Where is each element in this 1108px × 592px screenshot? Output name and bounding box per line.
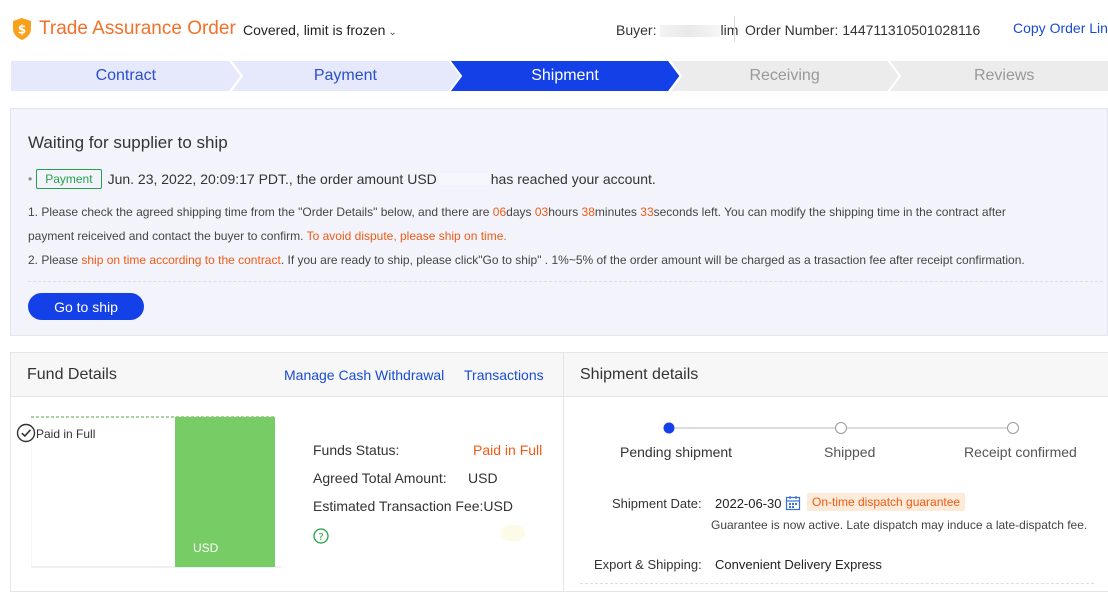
note-text: minutes (594, 205, 641, 219)
status-panel: Waiting for supplier to ship • Payment J… (10, 108, 1108, 336)
funds-status-value: Paid in Full (473, 442, 543, 458)
fund-details-title: Fund Details (27, 366, 117, 383)
manage-cash-withdrawal-link[interactable]: Manage Cash Withdrawal (284, 367, 444, 383)
ship-on-time-highlight: ship on time according to the contract (81, 253, 281, 267)
note-text: seconds left. You can modify the shippin… (653, 205, 1006, 219)
step-receiving: Receiving (668, 60, 901, 92)
copy-order-link[interactable]: Copy Order Lin (1013, 20, 1108, 36)
on-time-guarantee-badge: On-time dispatch guarantee (807, 493, 966, 511)
note-text: hours (548, 205, 582, 219)
dispute-warning: To avoid dispute, please ship on time. (306, 229, 507, 243)
bar-currency-label: USD (193, 541, 219, 555)
countdown-hours: 03 (534, 205, 549, 219)
payment-text-end: has reached your account. (490, 171, 656, 187)
step-label: Shipment (531, 67, 599, 84)
calendar-icon[interactable] (785, 495, 801, 511)
agreed-total-value: USD (468, 470, 498, 486)
progress-dot (1007, 422, 1019, 434)
progress-dot (835, 422, 847, 434)
transaction-fee-label: Estimated Transaction Fee:USD (313, 498, 513, 514)
shipment-date-value: 2022-06-30 (715, 496, 782, 511)
help-icon[interactable]: ? (313, 528, 329, 544)
note-text: . If you are ready to ship, please click… (280, 253, 1025, 267)
note-text: 1. Please check the agreed shipping time… (28, 205, 493, 219)
fee-value-masked (501, 525, 525, 541)
paid-bar (175, 417, 275, 567)
step-contract: Contract (10, 60, 242, 92)
go-to-ship-button[interactable]: Go to ship (28, 293, 144, 320)
dashed-divider (28, 281, 1103, 282)
fund-details-header: Fund Details Manage Cash Withdrawal Tran… (11, 353, 563, 397)
step-label: Receiving (749, 67, 820, 84)
order-header: $ Trade Assurance Order Covered, limit i… (0, 0, 1108, 58)
agreed-total-label: Agreed Total Amount: (313, 470, 447, 486)
transactions-link[interactable]: Transactions (464, 367, 544, 383)
buyer-label: Buyer: (616, 22, 657, 38)
shipment-details-card: Shipment details Pending shipment Shippe… (563, 352, 1108, 592)
progress-label-shipped: Shipped (824, 444, 876, 460)
shield-dollar-icon: $ (13, 18, 31, 40)
chevron-down-icon: ⌄ (388, 27, 397, 38)
svg-text:$: $ (18, 23, 26, 37)
coverage-dropdown[interactable]: Covered, limit is frozen ⌄ (243, 22, 397, 38)
check-circle-icon (16, 423, 36, 443)
progress-label-confirmed: Receipt confirmed (964, 444, 1077, 460)
guarantee-note: Guarantee is now active. Late dispatch m… (711, 518, 1088, 532)
countdown-seconds: 33 (640, 205, 654, 219)
buyer-name-suffix: lim (720, 22, 739, 38)
page-title: Trade Assurance Order (39, 18, 236, 39)
progress-label-pending: Pending shipment (620, 444, 733, 460)
order-progress-steps: Contract Payment Shipment Receiving Reviews (10, 60, 1108, 92)
shipment-date-label: Shipment Date: (612, 496, 702, 511)
payment-text: Jun. 23, 2022, 20:09:17 PDT., the order … (107, 171, 437, 187)
paid-in-full-label: Paid in Full (36, 427, 96, 441)
step-payment: Payment (229, 60, 462, 92)
note-text: 2. Please (28, 253, 82, 267)
svg-text:?: ? (318, 532, 323, 543)
funds-status-label: Funds Status: (313, 442, 400, 458)
amount-masked (438, 173, 489, 185)
step-label: Payment (313, 67, 377, 84)
coverage-label: Covered, limit is frozen (243, 22, 386, 38)
note-text: days (506, 205, 535, 219)
buyer-info: Buyer: lim (616, 22, 738, 38)
payment-line: • Payment Jun. 23, 2022, 20:09:17 PDT., … (28, 169, 656, 189)
buyer-name-masked (660, 25, 721, 38)
note-1-cont: payment reiceived and contact the buyer … (28, 229, 507, 243)
step-shipment: Shipment (449, 60, 681, 92)
bullet: • (28, 172, 33, 186)
progress-dot-current (663, 422, 675, 434)
header-divider (734, 16, 735, 42)
order-number: Order Number: 144711310501028116 (745, 22, 981, 38)
step-label: Reviews (973, 67, 1035, 84)
payment-badge: Payment (36, 169, 102, 189)
export-shipping-value: Convenient Delivery Express (715, 557, 882, 572)
step-reviews: Reviews (888, 60, 1108, 92)
note-2: 2. Please ship on time according to the … (28, 253, 1025, 267)
status-title: Waiting for supplier to ship (28, 133, 228, 152)
note-text: payment reiceived and contact the buyer … (28, 229, 307, 243)
countdown-days: 06 (492, 205, 507, 219)
fund-details-card: Fund Details Manage Cash Withdrawal Tran… (10, 352, 564, 592)
countdown-minutes: 38 (581, 205, 595, 219)
export-shipping-label: Export & Shipping: (594, 557, 702, 572)
step-label: Contract (95, 67, 157, 84)
note-1: 1. Please check the agreed shipping time… (28, 205, 1006, 219)
